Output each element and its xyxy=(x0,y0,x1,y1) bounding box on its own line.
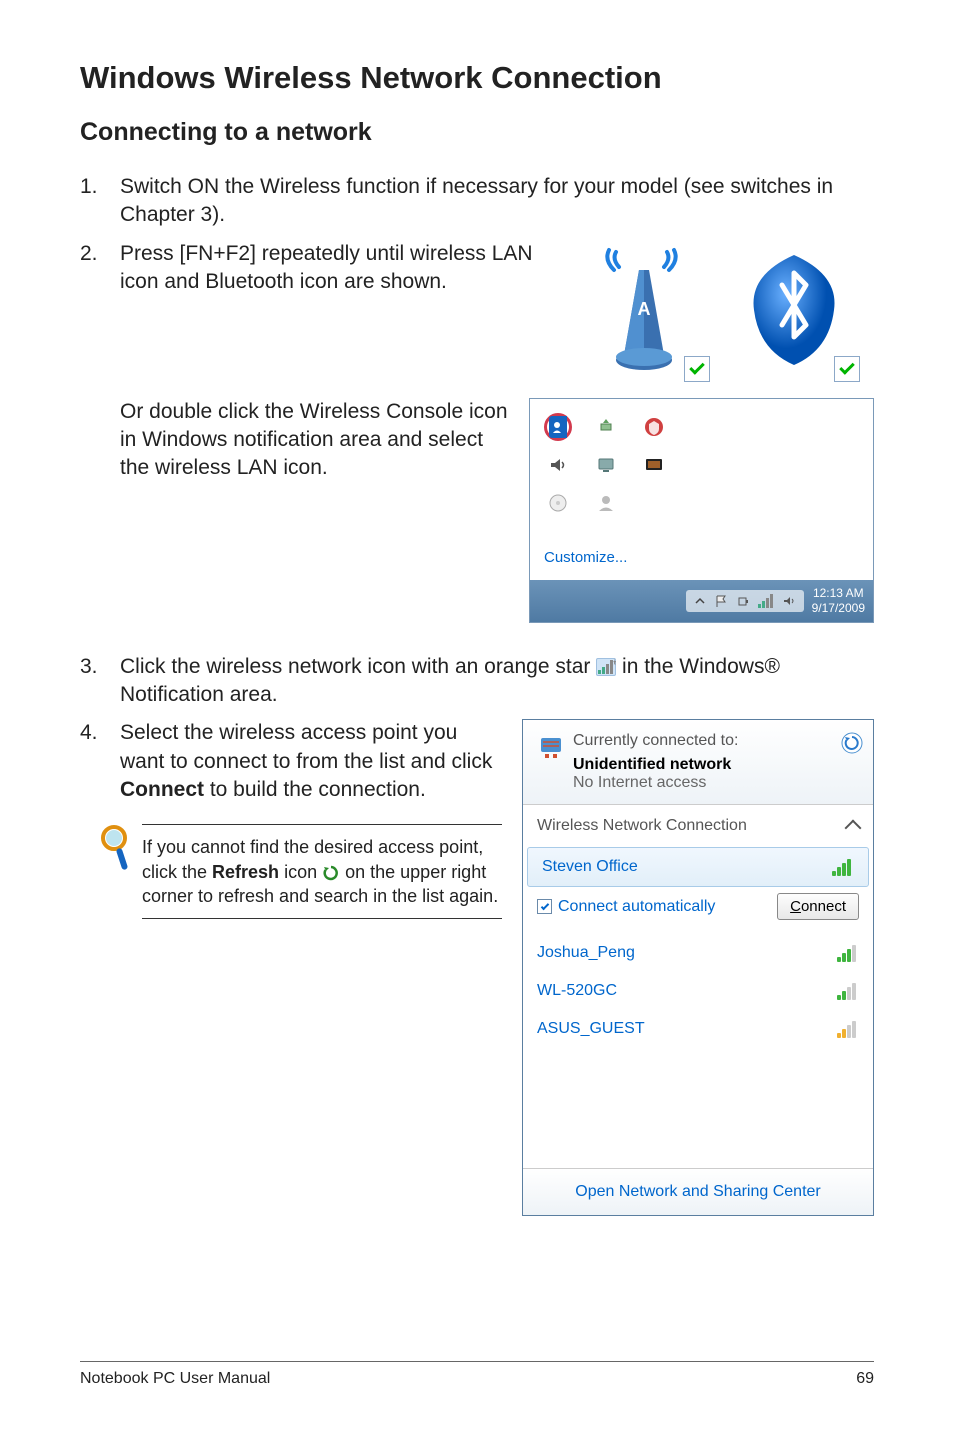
wireless-star-icon xyxy=(596,658,616,676)
refresh-button[interactable] xyxy=(841,732,859,750)
taskbar: 12:13 AM 9/17/2009 xyxy=(530,580,873,622)
date-text: 9/17/2009 xyxy=(812,601,865,615)
step-text: Switch ON the Wireless function if neces… xyxy=(120,173,874,230)
svg-text:A: A xyxy=(638,299,651,319)
time-text: 12:13 AM xyxy=(812,586,865,600)
monitor-tray-icon[interactable] xyxy=(640,451,668,479)
text-bold: Refresh xyxy=(212,862,279,882)
connect-auto-row: Connect automatically Connect xyxy=(523,887,873,934)
check-indicator xyxy=(684,356,710,382)
refresh-icon xyxy=(322,864,340,882)
btn-underline: C xyxy=(790,898,801,915)
step-1: 1. Switch ON the Wireless function if ne… xyxy=(80,173,874,230)
section-subtitle: Connecting to a network xyxy=(80,118,874,147)
text-fragment: Click the wireless network icon with an … xyxy=(120,655,596,678)
signal-bars-icon[interactable] xyxy=(758,594,774,608)
open-sharing-center-link[interactable]: Open Network and Sharing Center xyxy=(523,1168,873,1215)
footer-left: Notebook PC User Manual xyxy=(80,1370,270,1388)
wireless-icons-illustration: A xyxy=(564,240,874,380)
wifi-networks-panel: Currently connected to: Unidentified net… xyxy=(522,719,874,1216)
step-text: Press [FN+F2] repeatedly until wireless … xyxy=(120,240,544,297)
update-tray-icon[interactable] xyxy=(592,413,620,441)
step-number: 3. xyxy=(80,653,120,710)
step-2: 2. Press [FN+F2] repeatedly until wirele… xyxy=(80,240,544,297)
signal-icon xyxy=(837,982,859,1000)
volume-tray-icon[interactable] xyxy=(544,451,572,479)
step-4: 4. Select the wireless access point you … xyxy=(80,719,502,804)
chevron-up-icon[interactable] xyxy=(694,595,706,607)
network-status: No Internet access xyxy=(573,774,738,792)
bluetooth-icon xyxy=(734,245,854,380)
signal-icon xyxy=(837,944,859,962)
customize-link[interactable]: Customize... xyxy=(530,541,873,580)
network-name: Unidentified network xyxy=(573,756,738,774)
text-fragment: to build the connection. xyxy=(204,778,426,801)
network-item[interactable]: WL-520GC xyxy=(523,972,873,1010)
network-item-label: WL-520GC xyxy=(537,982,617,1000)
signal-icon xyxy=(832,858,854,876)
taskbar-clock[interactable]: 12:13 AM 9/17/2009 xyxy=(812,586,865,615)
step-2-alt-text: Or double click the Wireless Console ico… xyxy=(80,398,509,623)
network-item-selected[interactable]: Steven Office xyxy=(527,847,869,887)
connect-button[interactable]: Connect xyxy=(777,893,859,920)
tip-box: If you cannot find the desired access po… xyxy=(100,824,502,919)
chevron-up-icon[interactable] xyxy=(845,820,862,837)
auto-connect-checkbox[interactable] xyxy=(537,899,552,914)
step-number: 1. xyxy=(80,173,120,230)
wifi-ap-icon: A xyxy=(584,245,704,380)
taskbar-tray xyxy=(686,590,804,612)
user-tray-icon[interactable] xyxy=(592,489,620,517)
step-3: 3. Click the wireless network icon with … xyxy=(80,653,874,710)
network-tray-icon[interactable] xyxy=(592,451,620,479)
network-item-label: Steven Office xyxy=(542,858,638,876)
page-title: Windows Wireless Network Connection xyxy=(80,60,874,96)
network-status-icon xyxy=(537,732,565,766)
network-item-label: ASUS_GUEST xyxy=(537,1020,645,1038)
step-number: 2. xyxy=(80,240,120,297)
text-fragment: icon xyxy=(279,862,322,882)
network-item-label: Joshua_Peng xyxy=(537,944,635,962)
section-header: Wireless Network Connection xyxy=(523,805,873,847)
power-icon[interactable] xyxy=(736,594,750,608)
wireless-console-tray-icon[interactable] xyxy=(544,413,572,441)
auto-connect-label: Connect automatically xyxy=(558,898,715,916)
tip-text: If you cannot find the desired access po… xyxy=(142,824,502,919)
btn-rest: onnect xyxy=(801,898,846,915)
currently-connected-label: Currently connected to: xyxy=(573,732,738,750)
volume-icon[interactable] xyxy=(782,594,796,608)
notification-tray-popup: Customize... 12:13 AM 9/17/2009 xyxy=(529,398,874,623)
text-bold: Connect xyxy=(120,778,204,801)
page-footer: Notebook PC User Manual 69 xyxy=(80,1361,874,1388)
network-item[interactable]: Joshua_Peng xyxy=(523,934,873,972)
disc-tray-icon[interactable] xyxy=(544,489,572,517)
step-number: 4. xyxy=(80,719,120,804)
step-text: Click the wireless network icon with an … xyxy=(120,653,874,710)
signal-icon xyxy=(837,1020,859,1038)
magnifier-tip-icon xyxy=(100,824,132,872)
network-item[interactable]: ASUS_GUEST xyxy=(523,1010,873,1048)
security-tray-icon[interactable] xyxy=(640,413,668,441)
text-fragment: Select the wireless access point you wan… xyxy=(120,721,492,772)
footer-right: 69 xyxy=(856,1370,874,1388)
panel-header: Currently connected to: Unidentified net… xyxy=(523,720,873,805)
check-indicator xyxy=(834,356,860,382)
section-title-text: Wireless Network Connection xyxy=(537,817,747,835)
flag-icon[interactable] xyxy=(714,594,728,608)
step-text: Select the wireless access point you wan… xyxy=(120,719,502,804)
